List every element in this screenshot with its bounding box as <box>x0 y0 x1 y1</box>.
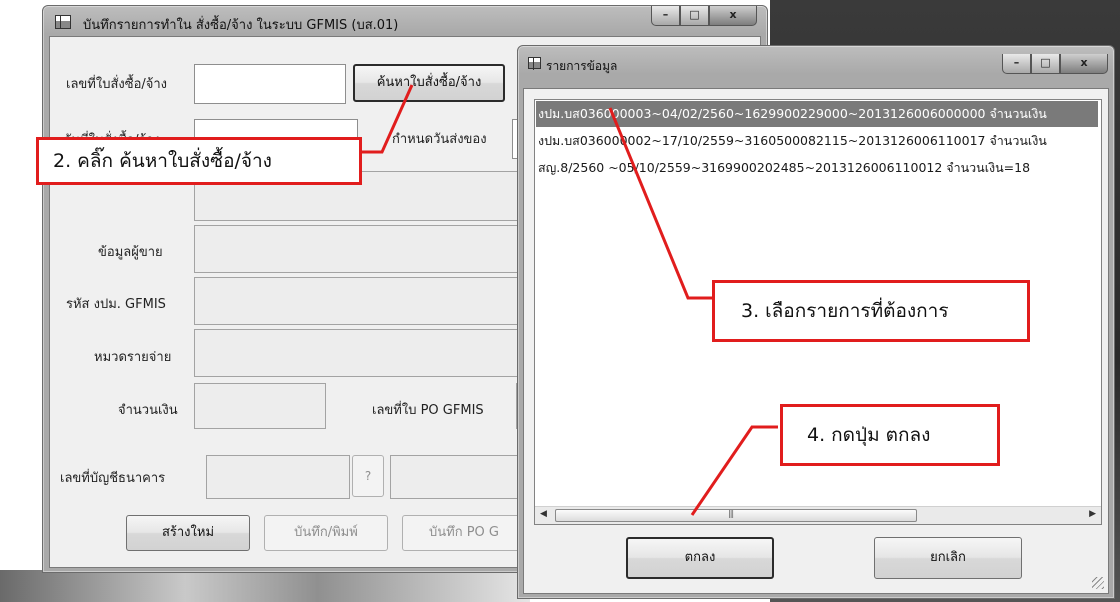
step2-pointer-line <box>360 84 414 154</box>
step4-pointer-line <box>690 425 778 516</box>
step4-callout: 4. กดปุ่ม ตกลง <box>780 404 1000 466</box>
step3-pointer-line <box>608 107 712 300</box>
step2-callout: 2. คลิ๊ก ค้นหาใบสั่งซื้อ/จ้าง <box>36 137 362 185</box>
step3-callout: 3. เลือกรายการที่ต้องการ <box>712 280 1030 342</box>
